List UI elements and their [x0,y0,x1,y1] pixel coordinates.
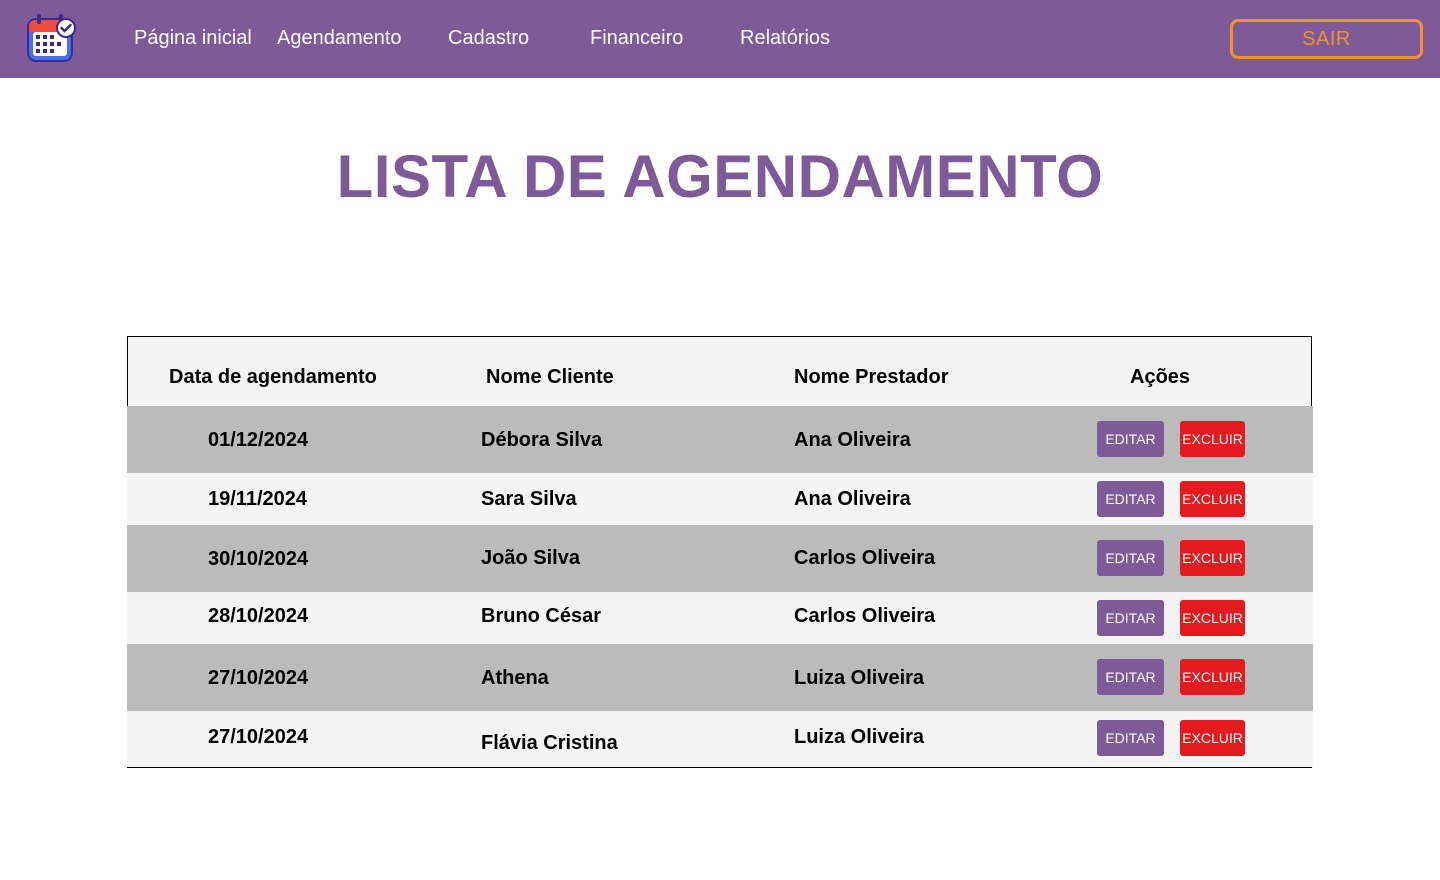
cell-client: Sara Silva [481,488,577,510]
edit-button[interactable]: EDITAR [1097,600,1164,636]
nav-link-home[interactable]: Página inicial [134,26,252,50]
edit-button[interactable]: EDITAR [1097,481,1164,517]
cell-provider: Carlos Oliveira [794,547,936,569]
cell-client: Athena [481,667,549,689]
column-header-actions: Ações [1130,366,1191,388]
cell-client: Débora Silva [481,429,603,451]
nav-link-reports[interactable]: Relatórios [740,26,830,50]
page-title: LISTA DE AGENDAMENTO [336,143,1104,210]
cell-client: Bruno César [481,605,602,627]
logout-button[interactable]: SAIR [1230,19,1423,59]
column-header-provider: Nome Prestador [794,366,949,388]
calendar-check-icon[interactable] [24,12,78,66]
nav-link-financial[interactable]: Financeiro [590,26,683,50]
cell-date: 27/10/2024 [208,667,309,689]
cell-provider: Ana Oliveira [794,488,911,510]
delete-button[interactable]: EXCLUIR [1180,540,1245,576]
edit-button[interactable]: EDITAR [1097,540,1164,576]
cell-client: João Silva [481,547,580,569]
cell-provider: Ana Oliveira [794,429,911,451]
cell-date: 30/10/2024 [208,548,309,570]
cell-provider: Luiza Oliveira [794,667,925,689]
delete-button[interactable]: EXCLUIR [1180,659,1245,695]
cell-date: 01/12/2024 [208,429,309,451]
delete-button[interactable]: EXCLUIR [1180,421,1245,457]
column-header-date: Data de agendamento [169,366,377,388]
cell-date: 28/10/2024 [208,605,309,627]
nav-link-registration[interactable]: Cadastro [448,26,529,50]
table-row: 30/10/2024 João Silva Carlos Oliveira ED… [127,525,1313,592]
table-row: 28/10/2024 Bruno César Carlos Oliveira E… [127,592,1313,644]
delete-button[interactable]: EXCLUIR [1180,600,1245,636]
edit-button[interactable]: EDITAR [1097,659,1164,695]
table-row: 01/12/2024 Débora Silva Ana Oliveira EDI… [127,406,1313,473]
table-row: 27/10/2024 Flávia Cristina Luiza Oliveir… [127,711,1313,767]
nav-link-scheduling[interactable]: Agendamento [277,26,402,50]
appointments-table: Data de agendamento Nome Cliente Nome Pr… [127,336,1313,768]
table-row: 27/10/2024 Athena Luiza Oliveira EDITAR … [127,644,1313,711]
table-row: 19/11/2024 Sara Silva Ana Oliveira EDITA… [127,473,1313,525]
cell-client: Flávia Cristina [481,732,618,754]
edit-button[interactable]: EDITAR [1097,720,1164,756]
cell-date: 27/10/2024 [208,726,309,748]
table-header-row: Data de agendamento Nome Cliente Nome Pr… [128,337,1311,407]
delete-button[interactable]: EXCLUIR [1180,481,1245,517]
delete-button[interactable]: EXCLUIR [1180,720,1245,756]
column-header-client: Nome Cliente [486,366,614,388]
top-navbar: Página inicial Agendamento Cadastro Fina… [0,0,1440,78]
edit-button[interactable]: EDITAR [1097,421,1164,457]
cell-provider: Luiza Oliveira [794,726,925,748]
cell-provider: Carlos Oliveira [794,605,936,627]
cell-date: 19/11/2024 [208,488,307,510]
